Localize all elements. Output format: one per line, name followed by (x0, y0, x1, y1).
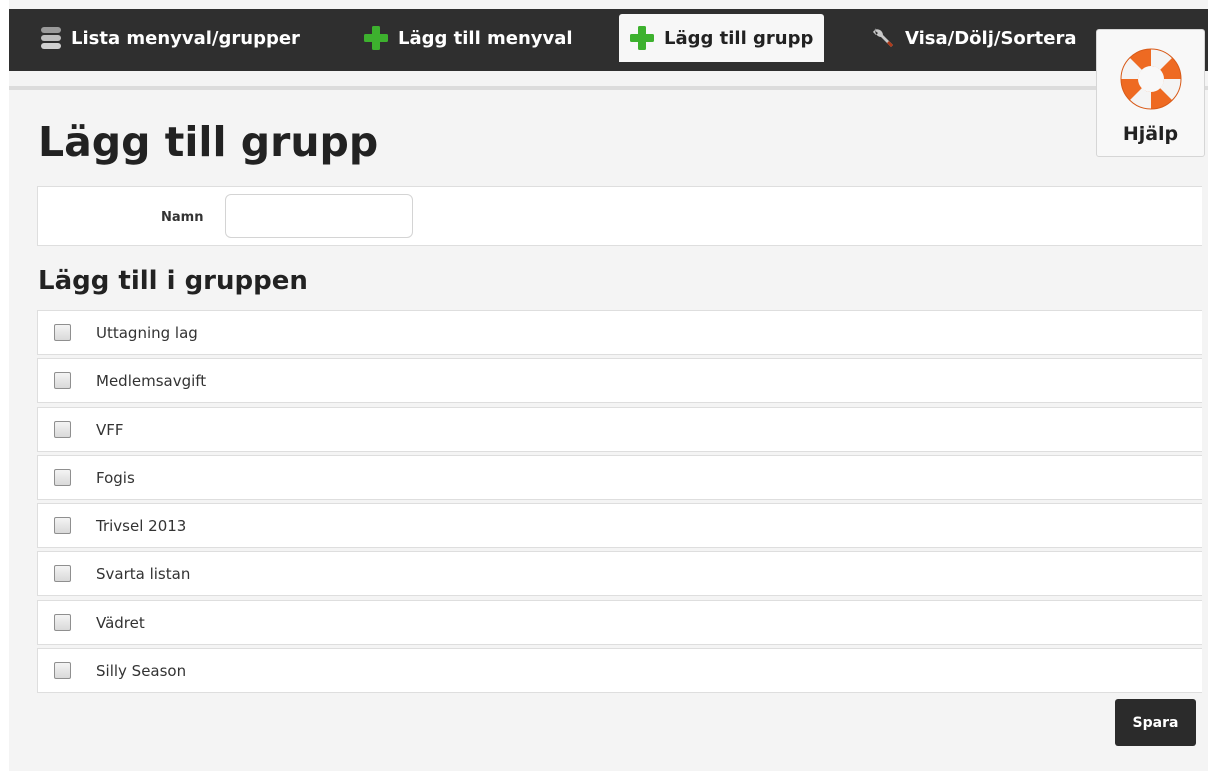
database-icon (40, 26, 62, 50)
section-title: Lägg till i gruppen (38, 266, 308, 296)
item-label: Uttagning lag (96, 324, 198, 342)
tab-label: Visa/Dölj/Sortera (905, 27, 1077, 49)
item-checkbox[interactable] (54, 324, 71, 341)
list-item[interactable]: Trivsel 2013 (37, 503, 1202, 549)
tab-label: Lägg till grupp (664, 27, 814, 49)
item-label: Trivsel 2013 (96, 517, 187, 536)
item-label: Vädret (96, 613, 145, 632)
item-checkbox[interactable] (54, 613, 71, 631)
group-item-list: Uttagning lag Medlemsavgift VFF Fogis Tr… (37, 310, 1202, 696)
divider (9, 86, 1208, 90)
tab-list-menu-items[interactable]: Lista menyval/grupper (30, 14, 310, 62)
help-button[interactable]: Hjälp (1096, 29, 1205, 157)
list-item[interactable]: Silly Season (37, 648, 1202, 694)
item-checkbox[interactable] (54, 565, 71, 583)
item-checkbox[interactable] (54, 468, 71, 486)
lifebuoy-icon (1118, 46, 1184, 117)
tab-add-menu-item[interactable]: Lägg till menyval (353, 14, 583, 62)
page-margin (0, 0, 9, 771)
item-checkbox[interactable] (54, 420, 71, 438)
help-label: Hjälp (1122, 123, 1179, 145)
list-item[interactable]: VFF (37, 406, 1202, 452)
item-label: Svarta listan (96, 565, 191, 584)
tab-label: Lägg till menyval (398, 27, 573, 49)
list-item[interactable]: Medlemsavgift (37, 358, 1202, 404)
name-panel: Namn (37, 186, 1202, 246)
name-input[interactable] (225, 194, 413, 238)
tab-show-hide-sort[interactable]: Visa/Dölj/Sortera (860, 14, 1086, 62)
list-item[interactable]: Uttagning lag (37, 310, 1202, 355)
tab-label: Lista menyval/grupper (71, 27, 300, 49)
item-label: Silly Season (96, 662, 187, 681)
tab-add-group[interactable]: Lägg till grupp (619, 14, 824, 62)
name-label: Namn (161, 210, 204, 225)
item-label: VFF (96, 420, 124, 439)
item-label: Medlemsavgift (96, 372, 207, 391)
item-checkbox[interactable] (54, 662, 71, 680)
list-item[interactable]: Vädret (37, 599, 1202, 645)
plus-icon (629, 25, 655, 51)
wrench-icon (870, 25, 896, 51)
item-label: Fogis (96, 468, 135, 487)
plus-icon (363, 25, 389, 51)
list-item[interactable]: Fogis (37, 454, 1202, 500)
item-checkbox[interactable] (54, 372, 71, 390)
save-button[interactable]: Spara (1115, 699, 1196, 746)
list-item[interactable]: Svarta listan (37, 551, 1202, 597)
page-title: Lägg till grupp (38, 118, 379, 166)
item-checkbox[interactable] (54, 517, 71, 535)
